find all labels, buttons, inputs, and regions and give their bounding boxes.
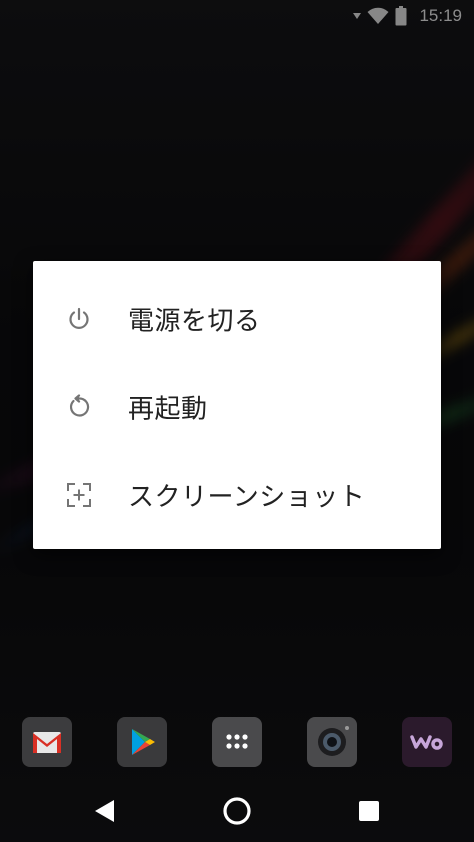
menu-item-label: 電源を切る bbox=[128, 306, 261, 337]
home-icon[interactable] bbox=[220, 794, 254, 828]
restart-icon bbox=[66, 394, 92, 420]
walkman-icon[interactable] bbox=[402, 717, 452, 767]
screenshot-icon bbox=[66, 482, 92, 508]
menu-item-label: スクリーンショット bbox=[128, 482, 366, 513]
back-icon[interactable] bbox=[88, 794, 122, 828]
app-dock bbox=[0, 717, 474, 767]
gmail-icon[interactable] bbox=[22, 717, 72, 767]
play-store-icon[interactable] bbox=[117, 717, 167, 767]
restart-menu-item[interactable]: 再起動 bbox=[33, 361, 441, 453]
recents-icon[interactable] bbox=[352, 794, 386, 828]
camera-icon[interactable] bbox=[307, 717, 357, 767]
screenshot-menu-item[interactable]: スクリーンショット bbox=[33, 449, 441, 541]
power-icon bbox=[66, 306, 92, 332]
menu-item-label: 再起動 bbox=[128, 394, 208, 425]
navigation-bar bbox=[0, 780, 474, 842]
power-off-menu-item[interactable]: 電源を切る bbox=[33, 273, 441, 365]
app-drawer-icon[interactable] bbox=[212, 717, 262, 767]
power-menu-dialog: 電源を切る 再起動 スクリーンショット bbox=[33, 261, 441, 549]
